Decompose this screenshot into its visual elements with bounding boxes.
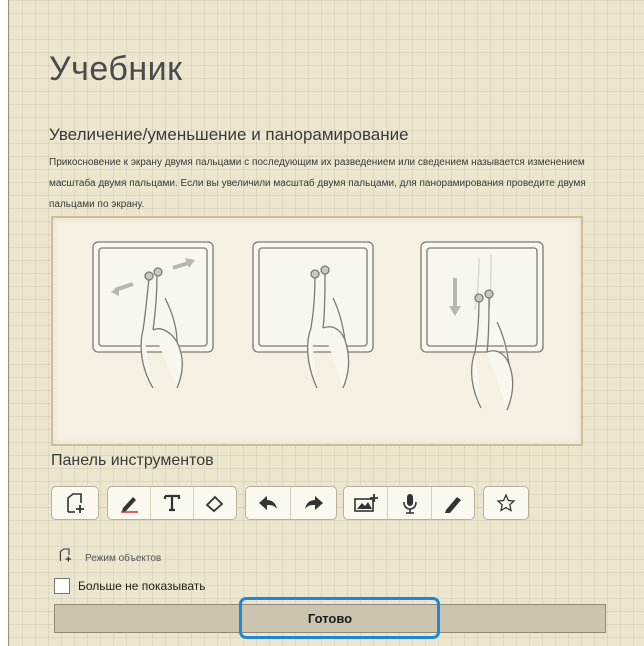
star-icon (496, 493, 516, 512)
gesture-illustration (51, 216, 583, 446)
section-title: Увеличение/уменьшение и панорамирование (49, 125, 409, 144)
section-description: Прикосновение к экрану двумя пальцами с … (49, 157, 586, 210)
tutorial-page: Учебник Увеличение/уменьшение и панорами… (8, 0, 644, 646)
eraser-icon (205, 495, 224, 513)
pinch-zoom-illustration (92, 241, 214, 389)
dont-show-again-checkbox[interactable] (54, 578, 70, 594)
tool-group-favorite (483, 486, 529, 520)
object-mode-icon (67, 493, 84, 513)
toolbar-title: Панель инструментов (51, 452, 214, 469)
tool-group-object (51, 486, 99, 520)
tool-group-history (245, 486, 337, 520)
object-mode-button[interactable] (52, 487, 98, 519)
microphone-icon (402, 494, 417, 514)
text-button[interactable] (151, 487, 194, 519)
add-image-icon (353, 494, 378, 512)
page-title: Учебник (49, 50, 183, 88)
highlighter-icon (445, 497, 461, 513)
two-finger-pan-illustration (420, 241, 544, 411)
pen-icon (121, 497, 138, 513)
redo-icon (304, 496, 323, 510)
tool-group-draw (107, 486, 237, 520)
object-mode-label: Режим объектов (85, 552, 162, 563)
favorite-button[interactable] (484, 487, 528, 519)
dont-show-again-label: Больше не показывать (78, 579, 206, 593)
object-mode-icon (59, 548, 71, 562)
add-image-button[interactable] (344, 487, 388, 519)
text-icon (163, 494, 181, 512)
microphone-button[interactable] (388, 487, 432, 519)
highlighter-button[interactable] (432, 487, 474, 519)
tool-group-media (343, 486, 475, 520)
dont-show-again-row[interactable]: Больше не показывать (54, 578, 206, 594)
redo-button[interactable] (291, 487, 336, 519)
pen-button[interactable] (108, 487, 151, 519)
object-mode-legend: Режим объектов (57, 548, 161, 562)
undo-icon (259, 496, 277, 510)
two-finger-touch-illustration (252, 241, 374, 389)
eraser-button[interactable] (194, 487, 236, 519)
undo-button[interactable] (246, 487, 291, 519)
done-button[interactable]: Готово (54, 604, 606, 633)
